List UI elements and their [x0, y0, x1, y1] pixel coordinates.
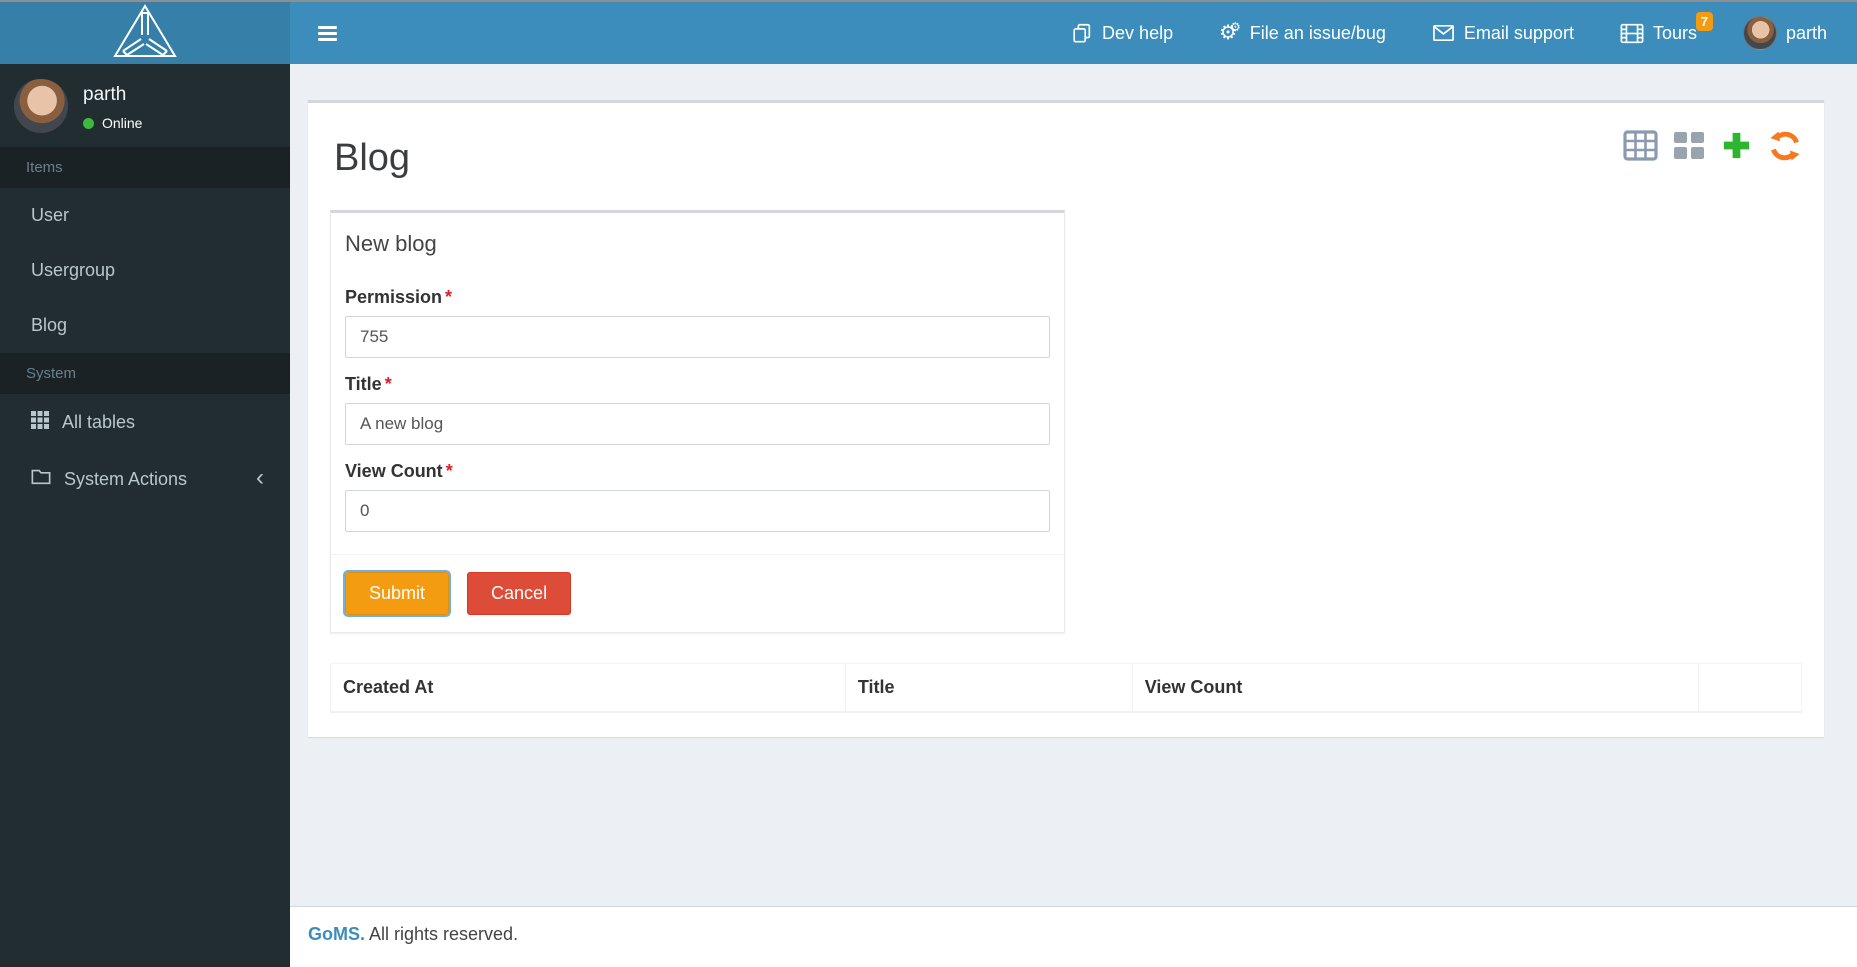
footer-text: All rights reserved.: [369, 924, 519, 944]
sidebar-toggle-button[interactable]: [290, 2, 365, 64]
title-label: Title *: [345, 374, 392, 394]
sidebar-item-all-tables[interactable]: All tables: [0, 394, 290, 451]
brand-link[interactable]: GoMS.: [308, 924, 365, 944]
top-navbar: Dev help ⚙ ⚙ File an issue/bug Email sup…: [0, 0, 1857, 64]
required-asterisk: *: [384, 374, 392, 394]
nav-email-support[interactable]: Email support: [1432, 23, 1574, 44]
nav-user-menu[interactable]: parth: [1742, 16, 1827, 50]
add-icon[interactable]: [1720, 129, 1753, 162]
nav-item-label: Email support: [1463, 22, 1574, 43]
box-tools: [1623, 129, 1802, 162]
required-asterisk: *: [445, 287, 453, 307]
envelope-icon: [1432, 23, 1455, 43]
page-title: Blog: [334, 137, 411, 179]
sidebar-section-system: System: [0, 353, 290, 394]
sidebar-item-blog[interactable]: Blog: [0, 298, 290, 353]
nav-tours[interactable]: Tours 7: [1620, 11, 1713, 44]
column-header-view-count: View Count: [1131, 663, 1700, 713]
application-window: Dev help ⚙ ⚙ File an issue/bug Email sup…: [0, 0, 1857, 967]
refresh-icon[interactable]: [1768, 130, 1802, 162]
copy-icon: [1071, 22, 1093, 44]
main-content: Blog New blog Permission* Title* View Co…: [290, 64, 1857, 906]
sidebar-item-system-actions[interactable]: System Actions ‹: [0, 451, 290, 507]
sidebar-item-user[interactable]: User: [0, 188, 290, 243]
online-dot-icon: [83, 117, 94, 129]
submit-button[interactable]: Submit: [342, 570, 452, 617]
sidebar-item-usergroup[interactable]: Usergroup: [0, 243, 290, 298]
chevron-left-icon: ‹: [256, 463, 264, 491]
film-icon: [1620, 23, 1644, 44]
logo[interactable]: [0, 2, 290, 64]
avatar: [1742, 16, 1777, 50]
navbar-username: parth: [1785, 22, 1827, 43]
menu-item-label: User: [31, 205, 70, 225]
new-blog-card: New blog Permission* Title* View Count*: [330, 210, 1065, 633]
cancel-button[interactable]: Cancel: [467, 572, 572, 615]
table-header-row: Created At Title View Count: [330, 663, 1802, 713]
gears-icon: ⚙ ⚙: [1219, 20, 1241, 44]
card-title: New blog: [345, 231, 437, 256]
menu-item-label: Usergroup: [31, 260, 116, 280]
menu-item-label: System Actions: [64, 468, 188, 489]
sidebar-section-items: Items: [0, 147, 290, 188]
card-footer: Submit Cancel: [331, 554, 1064, 632]
column-header-actions: [1698, 663, 1802, 713]
folder-icon: [31, 468, 51, 490]
view-count-field[interactable]: [345, 490, 1050, 532]
permission-field[interactable]: [345, 316, 1050, 358]
column-header-title: Title: [844, 663, 1133, 713]
blog-table: Created At Title View Count: [330, 663, 1802, 713]
triangle-logo-icon: [112, 3, 178, 64]
nav-item-label: Dev help: [1102, 22, 1174, 43]
required-asterisk: *: [445, 461, 453, 481]
card-body: Permission* Title* View Count*: [331, 263, 1064, 554]
table-view-icon[interactable]: [1623, 130, 1658, 161]
nav-dev-help[interactable]: Dev help: [1071, 22, 1173, 44]
title-field[interactable]: [345, 403, 1050, 445]
grid-icon: [31, 411, 49, 434]
sidebar: parth Online Items User Usergroup Blog S…: [0, 64, 290, 967]
avatar: [14, 79, 68, 133]
sidebar-username: parth: [83, 84, 127, 105]
menu-item-label: All tables: [62, 412, 136, 432]
hamburger-icon: [318, 23, 337, 44]
blocks-view-icon[interactable]: [1673, 131, 1705, 160]
column-header-created-at: Created At: [330, 663, 846, 713]
nav-item-label: File an issue/bug: [1249, 22, 1386, 43]
menu-item-label: Blog: [31, 315, 68, 335]
tours-count-badge: 7: [1695, 11, 1713, 31]
permission-label: Permission *: [345, 287, 453, 307]
nav-item-label: Tours: [1652, 22, 1697, 43]
content-box: Blog New blog Permission* Title* View Co…: [308, 100, 1824, 737]
status-label: Online: [102, 115, 143, 131]
navbar-menu: Dev help ⚙ ⚙ File an issue/bug Email sup…: [1071, 11, 1857, 50]
sidebar-user-panel: parth Online: [0, 64, 290, 147]
user-status: Online: [83, 115, 142, 131]
view-count-label: View Count *: [345, 461, 453, 481]
page-footer: GoMS. All rights reserved.: [290, 906, 1857, 967]
navbar-main: Dev help ⚙ ⚙ File an issue/bug Email sup…: [290, 2, 1857, 64]
nav-file-issue[interactable]: ⚙ ⚙ File an issue/bug: [1219, 20, 1386, 44]
